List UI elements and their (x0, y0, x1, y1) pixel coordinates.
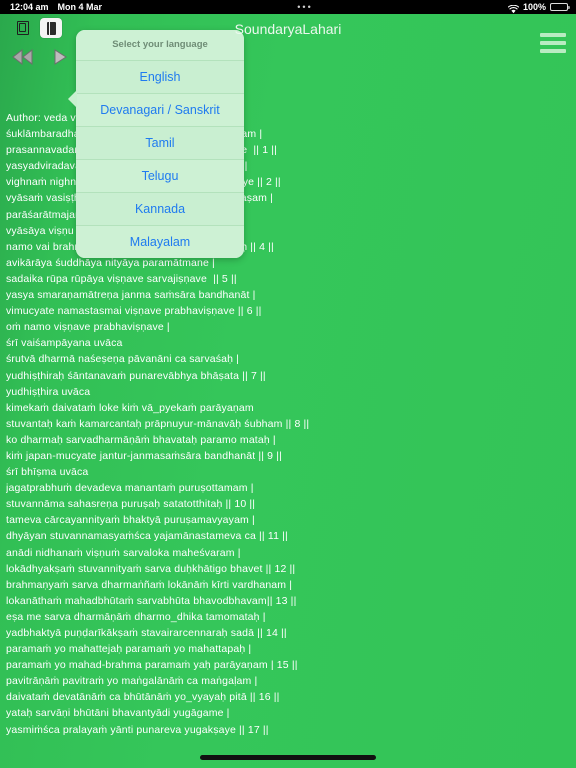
text-line: yudhiṣṭhira uvāca (6, 385, 91, 398)
text-line: śrī vaiśampāyana uvāca (6, 337, 123, 350)
battery-percent: 100% (522, 2, 546, 12)
text-line: śrutvā dharmā naśeṣeṇa pāvanāni ca sarva… (6, 353, 240, 366)
text-line: paramaṁ yo mahattejaḥ paramaṁ yo mahatta… (6, 643, 252, 656)
popup-item-devanagari-sanskrit[interactable]: Devanagari / Sanskrit (76, 93, 244, 126)
text-line: yasmiṁśca pralayaṁ yānti punareva yugakṣ… (6, 723, 269, 736)
text-line: sadaika rūpa rūpāya viṣṇave sarvajiṣṇave… (6, 272, 237, 285)
status-bar-right: 100% (507, 0, 576, 14)
status-time: 12:04 am (10, 2, 49, 12)
status-center-dots: ••• (297, 2, 313, 12)
status-date: Mon 4 Mar (57, 2, 103, 12)
text-line: pavitrāṇāṁ pavitraṁ yo maṅgalānāṁ ca maṅ… (6, 675, 258, 688)
status-bar-left: 12:04 am Mon 4 Mar (0, 0, 102, 14)
popup-pointer-arrow (68, 90, 77, 108)
text-line: stuvannāma sahasreṇa puruṣaḥ satatotthit… (6, 498, 256, 511)
text-line: jagatprabhuṁ devadeva manantaṁ puruṣotta… (6, 482, 254, 495)
top-toolbar: SoundaryaLahari (0, 14, 576, 53)
text-line: kimekaṁ daivataṁ loke kiṁ vā_pyekaṁ parā… (6, 401, 254, 414)
text-line: brahmaṇyaṁ sarva dharmaṅñaṁ lokānāṁ kīrt… (6, 578, 293, 591)
playback-controls (10, 46, 74, 68)
text-line: vimucyate namastasmai viṣṇave prabhaviṣṇ… (6, 305, 262, 318)
popup-item-tamil[interactable]: Tamil (76, 126, 244, 159)
text-line: stuvantaḥ kaṁ kamarcantaḥ prāpnuyur-māna… (6, 417, 310, 430)
popup-item-english[interactable]: English (76, 60, 244, 93)
text-line: lokādhyakṣaṁ stuvannityaṁ sarva duḥkhāti… (6, 562, 296, 575)
play-icon[interactable] (48, 46, 74, 68)
home-indicator[interactable] (200, 755, 376, 760)
text-line: śrī bhīṣma uvāca (6, 466, 89, 479)
text-line: paramaṁ yo mahad-brahma paramaṁ yaḥ parā… (6, 659, 298, 672)
language-selector-popup: Select your language English Devanagari /… (76, 30, 244, 258)
battery-icon (550, 3, 570, 11)
text-line: tameva cārcayannityaṁ bhaktyā puruṣamavy… (6, 514, 255, 527)
rewind-icon[interactable] (10, 46, 36, 68)
text-line: anādi nidhanaṁ viṣṇuṁ sarvaloka maheśvar… (6, 546, 241, 559)
text-line: ko dharmaḥ sarvadharmāṇāṁ bhavataḥ param… (6, 433, 276, 446)
text-line: oṁ namo viṣṇave prabhaviṣṇave | (6, 321, 170, 334)
text-line: lokanāthaṁ mahadbhūtaṁ sarvabhūta bhavod… (6, 594, 297, 607)
popup-item-list: English Devanagari / Sanskrit Tamil Telugu K… (76, 60, 244, 258)
hamburger-menu-icon[interactable] (540, 33, 566, 53)
text-line: eṣa me sarva dharmāṇāṁ dharmo_dhika tamo… (6, 610, 266, 623)
app-root: 12:04 am Mon 4 Mar ••• 100% SoundaryaLah… (0, 0, 576, 768)
text-line: daivataṁ devatānāṁ ca bhūtānāṁ yo_vyayaḥ… (6, 691, 280, 704)
text-line: kiṁ japan-mucyate jantur-janmasaṁsāra ba… (6, 449, 282, 462)
text-line: yataḥ sarvāṇi bhūtāni bhavantyādi yugāga… (6, 707, 230, 720)
text-line: dhyāyan stuvannamasyaṁśca yajamānastamev… (6, 530, 288, 543)
popup-item-telugu[interactable]: Telugu (76, 159, 244, 192)
popup-item-kannada[interactable]: Kannada (76, 192, 244, 225)
status-bar: 12:04 am Mon 4 Mar ••• 100% (0, 0, 576, 14)
text-line: yudhiṣṭhiraḥ śāntanavaṁ punarevābhya bhā… (6, 369, 266, 382)
page-title: SoundaryaLahari (234, 21, 342, 37)
text-line: yasya smaraṇamātreṇa janma saṁsāra bandh… (6, 289, 256, 302)
text-line: yadbhaktyā puṇḍarīkākṣaṁ stavairarcennar… (6, 627, 287, 639)
popup-item-malayalam[interactable]: Malayalam (76, 225, 244, 258)
wifi-icon (507, 4, 520, 13)
